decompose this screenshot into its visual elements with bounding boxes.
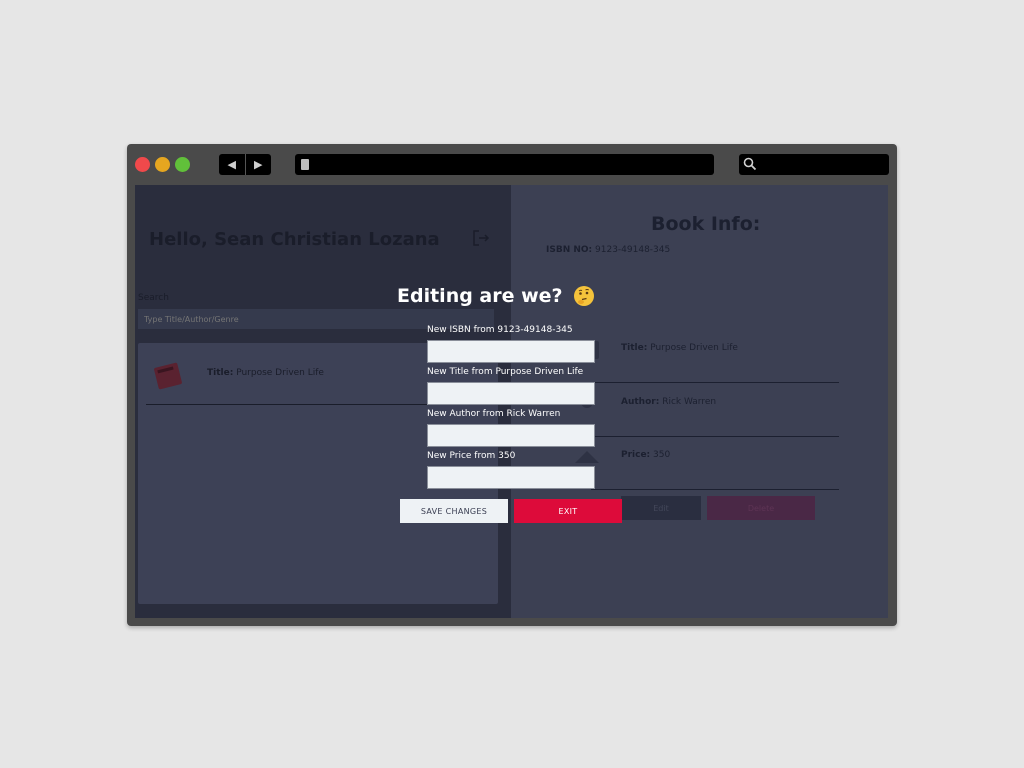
save-changes-button[interactable]: SAVE CHANGES bbox=[400, 499, 508, 523]
browser-window: ◀ ▶ Hello, Sean Christian Lozana Search bbox=[127, 144, 897, 626]
page-viewport: Hello, Sean Christian Lozana Search Type… bbox=[135, 185, 888, 618]
title-field-label: New Title from Purpose Driven Life bbox=[427, 367, 584, 377]
price-field-label: New Price from 350 bbox=[427, 451, 516, 461]
back-button[interactable]: ◀ bbox=[219, 154, 246, 175]
nav-buttons: ◀ ▶ bbox=[219, 154, 271, 175]
document-icon bbox=[301, 159, 309, 170]
new-author-input[interactable] bbox=[427, 424, 595, 447]
maximize-window-button[interactable] bbox=[175, 157, 190, 172]
thinking-face-icon bbox=[573, 286, 594, 306]
browser-titlebar: ◀ ▶ bbox=[127, 144, 897, 184]
modal-title: Editing are we? bbox=[397, 285, 595, 307]
address-bar[interactable] bbox=[295, 154, 714, 175]
new-isbn-input[interactable] bbox=[427, 340, 595, 363]
new-price-input[interactable] bbox=[427, 466, 595, 489]
isbn-field-label: New ISBN from 9123-49148-345 bbox=[427, 325, 573, 335]
forward-button[interactable]: ▶ bbox=[246, 154, 272, 175]
new-title-input[interactable] bbox=[427, 382, 595, 405]
author-field-label: New Author from Rick Warren bbox=[427, 409, 561, 419]
close-window-button[interactable] bbox=[135, 157, 150, 172]
modal-title-text: Editing are we? bbox=[397, 285, 563, 307]
exit-button[interactable]: EXIT bbox=[514, 499, 622, 523]
minimize-window-button[interactable] bbox=[155, 157, 170, 172]
search-icon bbox=[743, 157, 757, 171]
edit-book-modal: Editing are we? New ISBN from 9123-49148… bbox=[135, 185, 888, 618]
browser-search-bar[interactable] bbox=[739, 154, 889, 175]
